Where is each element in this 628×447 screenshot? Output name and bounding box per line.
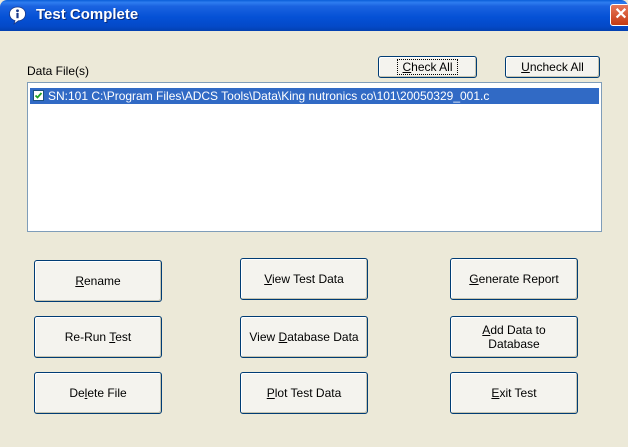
rename-button[interactable]: Rename [34, 260, 162, 302]
generate-report-button[interactable]: Generate Report [450, 258, 578, 300]
view-test-data-button[interactable]: View Test Data [240, 258, 368, 300]
rename-label: Rename [75, 274, 121, 288]
title-bar[interactable]: Test Complete ✕ [0, 0, 628, 31]
plot-test-data-label: Plot Test Data [266, 386, 342, 400]
uncheck-all-label: Uncheck All [521, 60, 584, 74]
file-checkbox[interactable] [33, 90, 44, 101]
delete-file-button[interactable]: Delete File [34, 372, 162, 414]
info-balloon-icon [9, 6, 26, 25]
view-database-data-button[interactable]: View Database Data [240, 316, 368, 358]
file-path: SN:101 C:\Program Files\ADCS Tools\Data\… [48, 89, 490, 103]
view-test-data-label: View Test Data [264, 272, 344, 286]
view-database-data-label: View Database Data [249, 330, 359, 344]
rerun-test-button[interactable]: Re-Run Test [34, 316, 162, 358]
plot-test-data-button[interactable]: Plot Test Data [240, 372, 368, 414]
add-data-to-database-button[interactable]: Add Data to Database [450, 316, 578, 358]
exit-test-button[interactable]: Exit Test [450, 372, 578, 414]
data-files-list[interactable]: SN:101 C:\Program Files\ADCS Tools\Data\… [27, 82, 602, 232]
add-data-to-database-label: Add Data to Database [482, 323, 546, 351]
check-all-label: Check All [397, 59, 458, 75]
uncheck-all-button[interactable]: Uncheck All [505, 56, 600, 78]
rerun-test-label: Re-Run Test [64, 330, 132, 344]
exit-test-label: Exit Test [491, 386, 537, 400]
list-item[interactable]: SN:101 C:\Program Files\ADCS Tools\Data\… [30, 88, 599, 104]
close-icon: ✕ [614, 6, 628, 23]
data-files-label: Data File(s) [27, 64, 90, 78]
close-button[interactable]: ✕ [610, 4, 628, 26]
delete-file-label: Delete File [69, 386, 127, 400]
checkmark-icon [34, 92, 43, 99]
test-complete-dialog: Test Complete ✕ Data File(s) Check All U… [0, 0, 628, 447]
check-all-button[interactable]: Check All [378, 56, 477, 78]
generate-report-label: Generate Report [469, 272, 559, 286]
window-title: Test Complete [36, 6, 139, 23]
